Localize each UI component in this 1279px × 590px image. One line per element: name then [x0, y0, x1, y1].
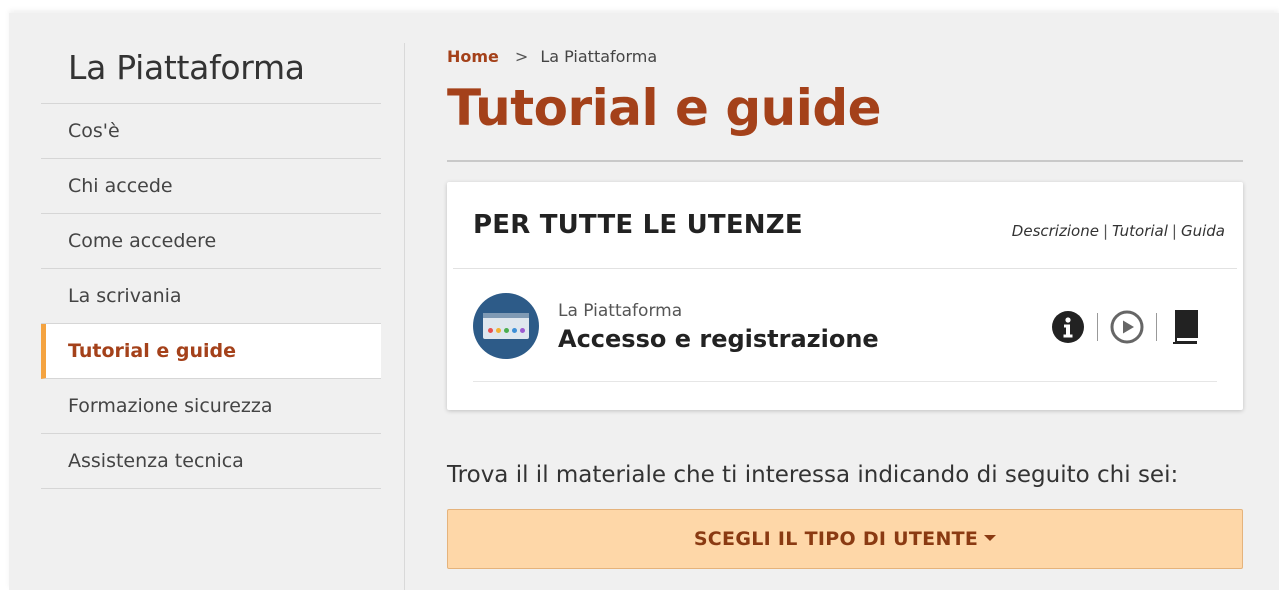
breadcrumb-separator: > [514, 47, 529, 66]
sidebar-divider [404, 43, 405, 590]
main-content: Home > La Piattaforma Tutorial e guide PER… [447, 43, 1243, 569]
card-legend: Descrizione | Tutorial | Guida [1012, 222, 1225, 240]
card-title: PER TUTTE LE UTENZE [473, 210, 803, 240]
user-type-prompt: Trova il il materiale che ti interessa i… [447, 462, 1179, 488]
dropdown-label: SCEGLI IL TIPO DI UTENTE [693, 528, 979, 550]
caret-down-icon [984, 535, 997, 541]
sidebar-item-formazione-sicurezza[interactable]: Formazione sicurezza [41, 379, 381, 434]
sidebar: La Piattaforma Cos'è Chi accede Come acc… [41, 45, 381, 489]
card-header: PER TUTTE LE UTENZE Descrizione | Tutorial… [453, 182, 1237, 269]
row-actions [1051, 307, 1201, 347]
play-icon[interactable] [1110, 310, 1144, 344]
sidebar-item-come-accedere[interactable]: Come accedere [41, 214, 381, 269]
sidebar-item-la-scrivania[interactable]: La scrivania [41, 269, 381, 324]
row-category: La Piattaforma [558, 301, 683, 321]
legend-separator: | [1102, 222, 1108, 240]
breadcrumb-current: La Piattaforma [540, 47, 658, 66]
breadcrumb: Home > La Piattaforma [447, 43, 1243, 71]
page-title: Tutorial e guide [447, 71, 1243, 162]
legend-guida: Guida [1180, 222, 1225, 240]
action-separator [1156, 313, 1157, 341]
info-icon[interactable] [1051, 310, 1085, 344]
tutorial-card: PER TUTTE LE UTENZE Descrizione | Tutorial… [447, 182, 1243, 410]
sidebar-item-chi-accede[interactable]: Chi accede [41, 159, 381, 214]
platform-thumbnail-icon [473, 293, 539, 359]
list-item: La Piattaforma Accesso e registrazione [473, 269, 1217, 382]
row-title: Accesso e registrazione [558, 325, 879, 353]
action-separator [1097, 313, 1098, 341]
legend-separator: | [1171, 222, 1177, 240]
book-icon[interactable] [1169, 309, 1201, 345]
page-background: La Piattaforma Cos'è Chi accede Come acc… [9, 13, 1279, 590]
sidebar-title: La Piattaforma [41, 45, 381, 104]
user-type-dropdown[interactable]: SCEGLI IL TIPO DI UTENTE [447, 509, 1243, 569]
sidebar-item-cos-e[interactable]: Cos'è [41, 104, 381, 159]
breadcrumb-home-link[interactable]: Home [447, 47, 499, 66]
legend-tutorial: Tutorial [1112, 222, 1168, 240]
legend-descrizione: Descrizione [1011, 222, 1099, 240]
sidebar-item-tutorial-e-guide[interactable]: Tutorial e guide [41, 324, 381, 379]
sidebar-item-assistenza-tecnica[interactable]: Assistenza tecnica [41, 434, 381, 489]
